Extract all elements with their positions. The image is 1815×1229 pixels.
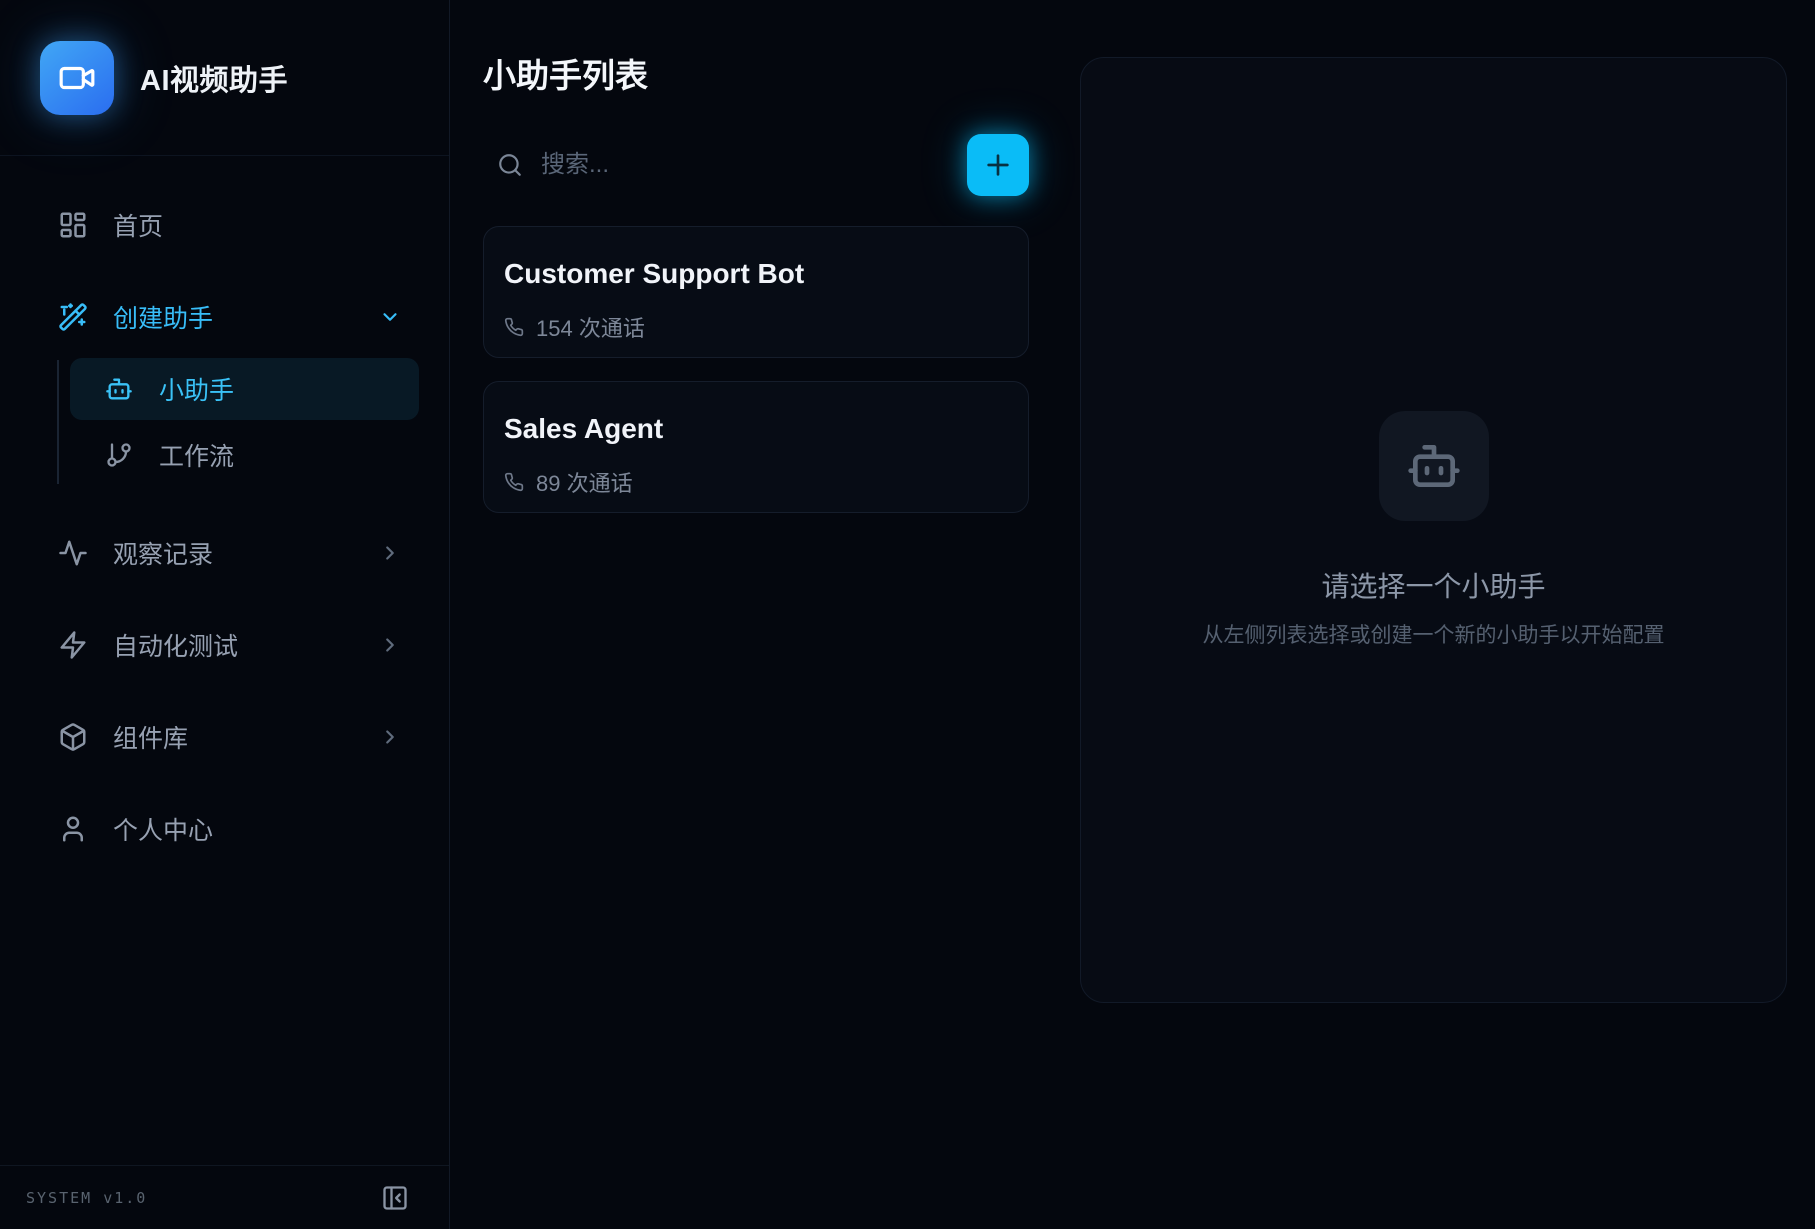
assistant-call-count: 89 次通话: [536, 466, 633, 498]
sidebar-item-create-assistant[interactable]: 创建助手: [40, 288, 419, 346]
system-version: SYSTEM v1.0: [26, 1189, 147, 1207]
assistant-name: Sales Agent: [504, 412, 1008, 446]
sidebar-item-profile[interactable]: 个人中心: [40, 800, 419, 858]
sidebar: AI视频助手 首页 创建助手: [0, 0, 450, 1229]
wand-sparkles-icon: [58, 302, 88, 332]
sidebar-item-assistants[interactable]: 小助手: [70, 358, 419, 420]
chevron-down-icon: [379, 306, 401, 328]
plus-icon: [982, 149, 1014, 181]
dashboard-icon: [58, 210, 88, 240]
collapse-sidebar-button[interactable]: [377, 1180, 413, 1216]
sidebar-item-label: 小助手: [159, 371, 234, 407]
sidebar-item-observation-logs[interactable]: 观察记录: [40, 524, 419, 582]
sidebar-item-label: 个人中心: [113, 811, 213, 847]
assistant-call-count-row: 89 次通话: [504, 466, 1008, 498]
sidebar-item-label: 自动化测试: [113, 627, 238, 663]
empty-state-title: 请选择一个小助手: [1321, 565, 1545, 605]
empty-state: 请选择一个小助手 从左侧列表选择或创建一个新的小助手以开始配置: [1203, 411, 1665, 649]
sidebar-nav: 首页 创建助手 小助手: [0, 156, 449, 858]
app-logo: [40, 41, 114, 115]
video-icon: [58, 59, 96, 97]
app-title: AI视频助手: [140, 57, 288, 99]
sidebar-item-home[interactable]: 首页: [40, 196, 419, 254]
sidebar-item-label: 首页: [113, 207, 163, 243]
sidebar-footer: SYSTEM v1.0: [0, 1165, 449, 1229]
assistant-card[interactable]: Customer Support Bot 154 次通话: [483, 226, 1029, 358]
main-content: 小助手列表 Customer Support Bot: [450, 0, 1815, 1229]
sidebar-item-workflow[interactable]: 工作流: [70, 424, 419, 486]
box-icon: [58, 722, 88, 752]
zap-icon: [58, 630, 88, 660]
create-assistant-submenu: 小助手 工作流: [40, 358, 419, 486]
empty-state-subtitle: 从左侧列表选择或创建一个新的小助手以开始配置: [1203, 619, 1665, 649]
add-assistant-button[interactable]: [967, 134, 1029, 196]
assistant-list: Customer Support Bot 154 次通话 Sales Agent: [483, 226, 1029, 513]
activity-icon: [58, 538, 88, 568]
git-branch-icon: [105, 441, 133, 469]
assistant-list-panel: 小助手列表 Customer Support Bot: [483, 0, 1029, 513]
search-icon: [497, 152, 523, 178]
sidebar-item-automated-testing[interactable]: 自动化测试: [40, 616, 419, 674]
phone-icon: [504, 317, 524, 337]
assistant-detail-panel: 请选择一个小助手 从左侧列表选择或创建一个新的小助手以开始配置: [1080, 57, 1787, 1003]
search-input[interactable]: [541, 151, 967, 179]
chevron-right-icon: [379, 634, 401, 656]
bot-icon: [1406, 438, 1462, 494]
sidebar-item-component-library[interactable]: 组件库: [40, 708, 419, 766]
bot-icon: [105, 375, 133, 403]
sidebar-item-label: 工作流: [159, 437, 234, 473]
sidebar-item-label: 创建助手: [113, 299, 213, 335]
assistant-card[interactable]: Sales Agent 89 次通话: [483, 381, 1029, 513]
search-bar: [483, 134, 1029, 196]
chevron-right-icon: [379, 542, 401, 564]
bot-icon-tile: [1379, 411, 1489, 521]
assistant-name: Customer Support Bot: [504, 257, 1008, 291]
assistant-call-count-row: 154 次通话: [504, 311, 1008, 343]
panel-collapse-icon: [381, 1184, 409, 1212]
sidebar-item-label: 组件库: [113, 719, 188, 755]
page-title: 小助手列表: [483, 0, 1029, 96]
sidebar-item-label: 观察记录: [113, 535, 213, 571]
sidebar-header: AI视频助手: [0, 0, 449, 156]
chevron-right-icon: [379, 726, 401, 748]
assistant-call-count: 154 次通话: [536, 311, 645, 343]
phone-icon: [504, 472, 524, 492]
user-icon: [58, 814, 88, 844]
